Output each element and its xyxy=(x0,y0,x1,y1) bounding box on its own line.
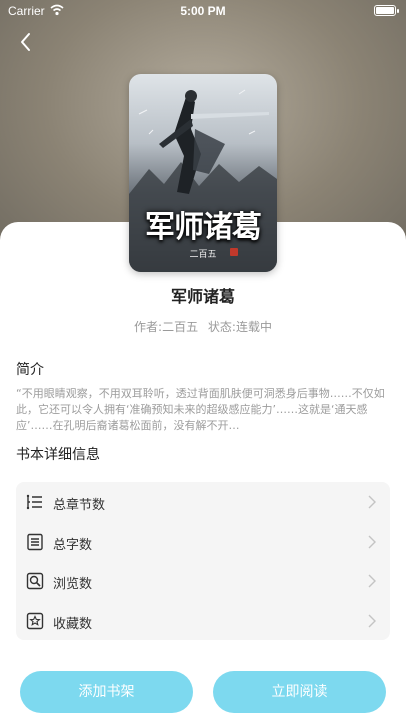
chapter-list-icon xyxy=(26,494,42,510)
chevron-right-icon xyxy=(368,614,376,628)
intro-heading: 简介 xyxy=(16,362,44,378)
read-now-button[interactable]: 立即阅读 xyxy=(213,671,386,713)
chevron-right-icon xyxy=(368,574,376,588)
star-icon xyxy=(26,612,44,630)
clock: 5:00 PM xyxy=(180,4,226,18)
search-icon xyxy=(26,572,44,590)
document-icon xyxy=(27,533,43,551)
detail-row-views[interactable]: 浏览数 xyxy=(16,561,390,600)
chevron-right-icon xyxy=(368,495,376,509)
detail-label: 浏览数 xyxy=(53,577,93,592)
details-card: 总章节数 总字数 浏览数 收藏数 xyxy=(16,482,390,640)
cover-author: 二百五 xyxy=(189,250,217,260)
seal-stamp xyxy=(230,248,238,256)
details-heading: 书本详细信息 xyxy=(16,447,100,463)
author-label: 作者:二百五 xyxy=(134,320,199,334)
add-to-shelf-button[interactable]: 添加书架 xyxy=(20,671,193,713)
detail-row-favorites[interactable]: 收藏数 xyxy=(16,601,390,640)
status-bar: Carrier 5:00 PM xyxy=(0,0,406,22)
book-title: 军师诸葛 xyxy=(170,287,235,306)
detail-label: 总章节数 xyxy=(53,498,106,513)
battery-icon xyxy=(374,5,399,16)
detail-label: 收藏数 xyxy=(53,617,93,632)
cover-title: 军师诸葛 xyxy=(145,210,262,245)
book-cover: 军师诸葛 二百五 xyxy=(129,74,277,272)
status-label: 状态:连载中 xyxy=(207,320,272,334)
intro-text: “不用眼睛观察，不用双耳聆听，透过背面肌肤便可洞悉身后事物……不仅如此，它还可以… xyxy=(16,387,385,432)
detail-row-chapters[interactable]: 总章节数 xyxy=(16,482,390,521)
detail-label: 总字数 xyxy=(53,538,93,553)
chevron-right-icon xyxy=(368,535,376,549)
book-meta: 作者:二百五 状态:连载中 xyxy=(0,318,406,335)
back-button[interactable] xyxy=(14,30,38,54)
detail-row-word-count[interactable]: 总字数 xyxy=(16,522,390,561)
